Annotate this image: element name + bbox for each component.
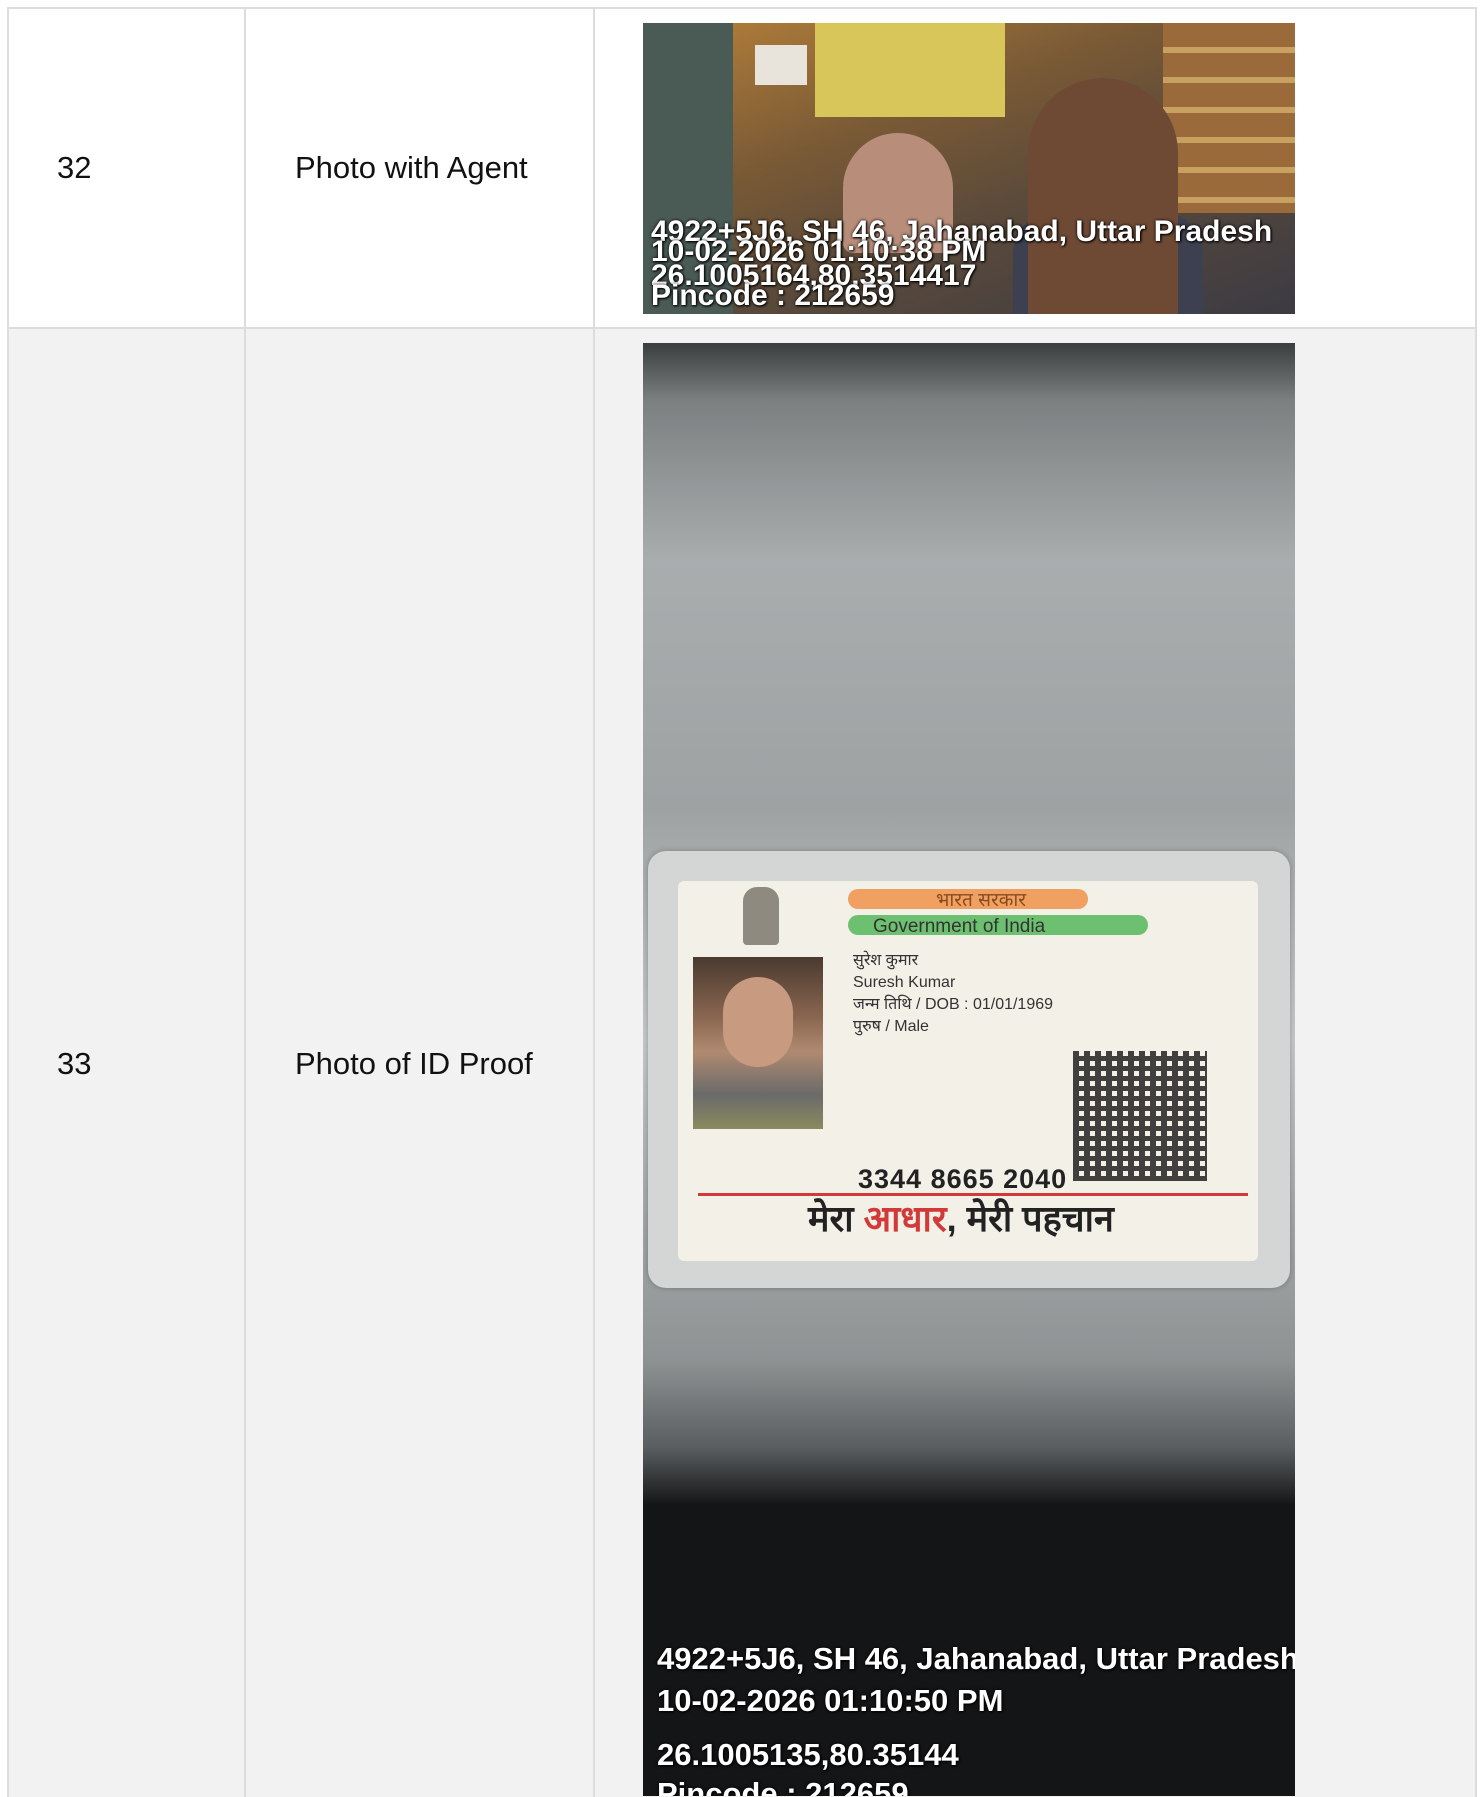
row-label: Photo with Agent [244,7,595,329]
qr-code-icon [1073,1051,1207,1181]
card-slogan: मेरा आधार, मेरी पहचान [808,1201,1114,1237]
id-card-sleeve: भारत सरकार Government of India सुरेश कुम… [648,851,1290,1288]
geo-timestamp: 10-02-2026 01:10:50 PM [657,1683,1004,1718]
geo-pincode: Pincode : 212659 [657,1776,909,1796]
table-row: 32 Photo with Agent 4922+5J6, SH 46, Jah… [7,7,1477,329]
slogan-accent: आधार [863,1198,947,1239]
geo-pincode: Pincode : 212659 [651,278,895,312]
photo-with-agent-image[interactable]: 4922+5J6, SH 46, Jahanabad, Uttar Prades… [643,22,1295,314]
shop-sign [755,44,807,85]
row-label: Photo of ID Proof [244,327,595,1797]
holder-dob: जन्म तिथि / DOB : 01/01/1969 [853,996,1054,1013]
table-row: 33 Photo of ID Proof भारत सरकार Governme… [7,327,1477,1797]
id-number: 3344 8665 2040 [858,1164,1068,1194]
photo-table: 32 Photo with Agent 4922+5J6, SH 46, Jah… [7,7,1477,1797]
agent-face [1028,77,1178,314]
document-page: 32 Photo with Agent 4922+5J6, SH 46, Jah… [0,0,1482,1797]
card-holder-photo [693,957,823,1129]
card-divider [698,1193,1248,1196]
id-card: भारत सरकार Government of India सुरेश कुम… [678,881,1258,1261]
holder-name-hindi: सुरेश कुमार [853,952,919,969]
holder-face [723,977,793,1067]
geo-coordinates: 26.1005135,80.35144 [657,1737,959,1772]
photo-cell: भारत सरकार Government of India सुरेश कुम… [593,327,1477,1797]
holder-name: Suresh Kumar [853,974,956,991]
photo-of-id-proof-image[interactable]: भारत सरकार Government of India सुरेश कुम… [643,343,1295,1796]
menu-board [815,22,1005,117]
card-header-hindi: भारत सरकार [936,890,1027,911]
goods-shelves [1163,22,1295,213]
geo-address: 4922+5J6, SH 46, Jahanabad, Uttar Prades… [657,1641,1295,1676]
slogan-end: , मेरी पहचान [946,1198,1114,1239]
card-header: Government of India [873,916,1046,937]
emblem-icon [743,887,779,945]
row-number: 33 [7,327,246,1797]
holder-gender: पुरुष / Male [853,1018,929,1035]
slogan-start: मेरा [808,1198,864,1239]
photo-cell: 4922+5J6, SH 46, Jahanabad, Uttar Prades… [593,7,1477,329]
row-number: 32 [7,7,246,329]
